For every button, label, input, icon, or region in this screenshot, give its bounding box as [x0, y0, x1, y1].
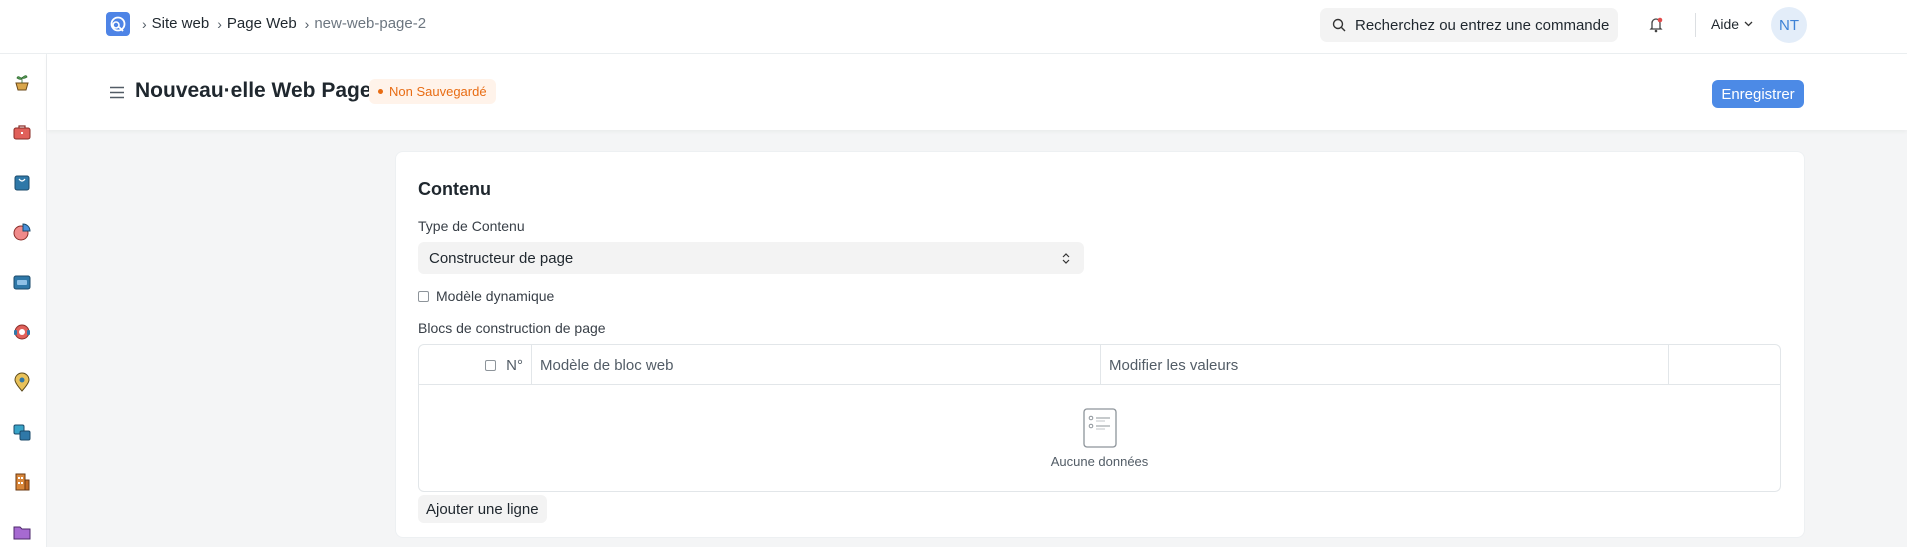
search-placeholder: Recherchez ou entrez une commande — [1355, 16, 1610, 34]
search-input[interactable]: Recherchez ou entrez une commande — [1320, 8, 1618, 42]
table-header: N° Modèle de bloc web Modifier les valeu… — [419, 345, 1780, 385]
plant-icon[interactable] — [11, 71, 33, 93]
help-label: Aide — [1711, 16, 1740, 32]
app-sidebar-rail — [0, 54, 47, 547]
empty-state: Aucune données — [419, 385, 1780, 491]
breadcrumb: › Site web › Page Web › new-web-page-2 — [142, 15, 434, 32]
map-pin-icon[interactable] — [11, 371, 33, 393]
support-icon[interactable] — [11, 321, 33, 343]
building-icon[interactable] — [11, 471, 33, 493]
breadcrumb-current[interactable]: new-web-page-2 — [314, 15, 426, 32]
page-blocks-table: N° Modèle de bloc web Modifier les valeu… — [418, 344, 1781, 492]
wallet-icon[interactable] — [11, 271, 33, 293]
chevron-right-icon: › — [142, 15, 147, 32]
chevron-down-icon — [1744, 21, 1753, 27]
breadcrumb-site-web[interactable]: Site web — [152, 15, 210, 32]
chevron-right-icon: › — [304, 15, 310, 32]
search-icon — [1332, 18, 1346, 32]
empty-list-icon — [1082, 407, 1117, 448]
section-title: Contenu — [418, 179, 491, 199]
header-index-col: N° — [419, 345, 532, 385]
content-section-card: Contenu Type de Contenu Constructeur de … — [395, 151, 1805, 538]
save-button[interactable]: Enregistrer — [1712, 80, 1804, 108]
shopping-bag-icon[interactable] — [11, 171, 33, 193]
page-title: Nouveau·elle Web Page — [135, 79, 372, 102]
column-header-block-template: Modèle de bloc web — [532, 345, 1101, 385]
bell-icon[interactable] — [1648, 16, 1664, 33]
column-header-actions — [1669, 345, 1782, 385]
select-all-checkbox[interactable] — [485, 359, 497, 371]
layers-icon[interactable] — [11, 421, 33, 443]
select-caret-icon — [1062, 253, 1070, 264]
content-type-label: Type de Contenu — [418, 218, 525, 234]
avatar[interactable]: NT — [1771, 7, 1807, 43]
empty-state-text: Aucune données — [1050, 453, 1149, 469]
chevron-right-icon: › — [217, 15, 222, 32]
dynamic-template-checkbox[interactable] — [418, 290, 429, 302]
briefcase-icon[interactable] — [11, 121, 33, 143]
status-badge: Non Sauvegardé — [369, 79, 496, 104]
dynamic-template-row: Modèle dynamique — [418, 288, 554, 304]
folder-icon[interactable] — [11, 521, 33, 543]
page-header: Nouveau·elle Web Page Non Sauvegardé Enr… — [47, 54, 1907, 130]
navbar-divider — [1695, 13, 1696, 37]
dynamic-template-label: Modèle dynamique — [436, 288, 555, 304]
status-badge-label: Non Sauvegardé — [389, 84, 487, 99]
help-dropdown[interactable]: Aide — [1711, 16, 1753, 32]
breadcrumb-page-web[interactable]: Page Web — [227, 15, 297, 32]
content-type-value: Constructeur de page — [429, 249, 574, 267]
pie-chart-icon[interactable] — [11, 221, 33, 243]
hamburger-icon[interactable] — [109, 86, 125, 99]
content-type-select[interactable]: Constructeur de page — [418, 242, 1084, 274]
add-row-button[interactable]: Ajouter une ligne — [418, 495, 547, 523]
app-logo-icon[interactable] — [106, 12, 130, 36]
column-header-index: N° — [506, 356, 523, 374]
status-dot-icon — [378, 89, 383, 94]
blocks-label: Blocs de construction de page — [418, 320, 606, 336]
column-header-edit-values: Modifier les valeurs — [1101, 345, 1669, 385]
top-navbar: › Site web › Page Web › new-web-page-2 R… — [0, 0, 1907, 54]
